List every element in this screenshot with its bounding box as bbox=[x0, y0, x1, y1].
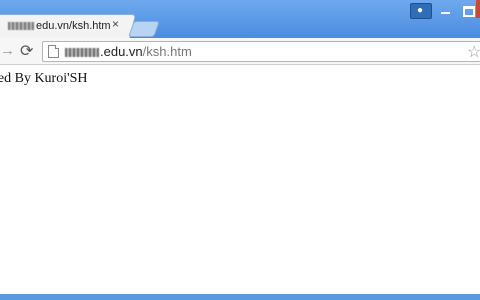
tab-inner: edu.vn/ksh.htm × bbox=[0, 15, 132, 39]
redacted-text bbox=[7, 22, 34, 31]
browser-window: edu.vn/ksh.htm × ● → ⟳ .edu.vn/ksh.htm ☆… bbox=[0, 0, 480, 300]
page-icon bbox=[48, 45, 59, 58]
tab-close-icon[interactable]: × bbox=[112, 17, 119, 31]
page-content: ted By Kuroi'SH bbox=[0, 65, 480, 294]
url-path: /ksh.htm bbox=[142, 44, 192, 59]
person-icon: ● bbox=[417, 5, 424, 16]
url-text: .edu.vn/ksh.htm bbox=[65, 44, 192, 59]
tab-title-text: edu.vn/ksh.htm bbox=[35, 20, 111, 32]
minimize-button[interactable] bbox=[436, 3, 456, 17]
redacted-text bbox=[65, 48, 99, 58]
profile-button[interactable]: ● bbox=[410, 3, 432, 19]
address-bar[interactable]: .edu.vn/ksh.htm ☆ bbox=[42, 41, 480, 62]
window-close-button[interactable] bbox=[476, 0, 480, 18]
maximize-button[interactable] bbox=[458, 3, 478, 17]
tab-title: edu.vn/ksh.htm bbox=[7, 20, 111, 32]
url-host: .edu.vn bbox=[100, 44, 143, 59]
window-bottom-border bbox=[0, 294, 480, 300]
bookmark-star-icon[interactable]: ☆ bbox=[467, 42, 480, 62]
forward-icon[interactable]: → bbox=[0, 42, 15, 59]
new-tab-button[interactable] bbox=[128, 21, 160, 37]
tab-active[interactable]: edu.vn/ksh.htm × bbox=[0, 14, 137, 39]
title-bar: edu.vn/ksh.htm × ● bbox=[0, 0, 480, 39]
page-text: ted By Kuroi'SH bbox=[0, 71, 88, 86]
reload-icon[interactable]: ⟳ bbox=[20, 41, 33, 61]
toolbar: → ⟳ .edu.vn/ksh.htm ☆ bbox=[0, 38, 480, 65]
